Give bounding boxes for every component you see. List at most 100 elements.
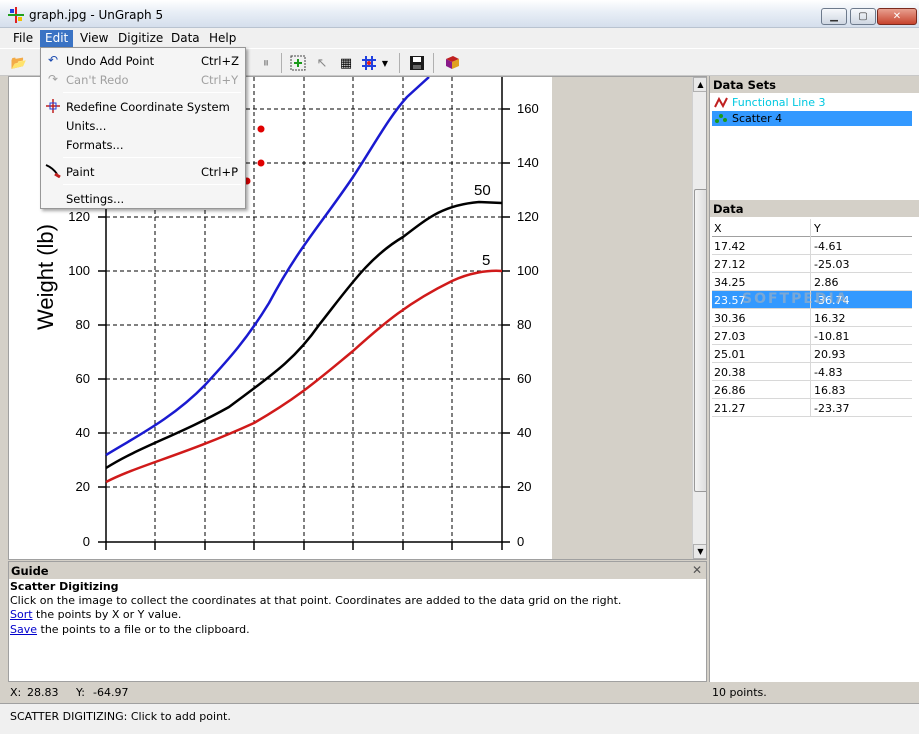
cell-x[interactable]: 20.38 bbox=[712, 363, 811, 381]
digitized-point[interactable] bbox=[257, 125, 265, 133]
column-header-y[interactable]: Y bbox=[812, 219, 912, 237]
cell-y[interactable]: -23.37 bbox=[812, 399, 912, 417]
left-tick-label: 0 bbox=[83, 534, 90, 549]
open-button[interactable]: 📂 bbox=[10, 54, 28, 72]
menu-bar: File Edit View Digitize Data Help bbox=[0, 28, 919, 48]
table-row[interactable]: 30.36 16.32 bbox=[712, 309, 912, 327]
scroll-up-button[interactable]: ▲ bbox=[693, 77, 706, 92]
help-book-button[interactable] bbox=[443, 54, 461, 72]
table-row[interactable]: 34.25 2.86 bbox=[712, 273, 912, 291]
grid-button[interactable] bbox=[360, 54, 378, 72]
right-tick-label: 0 bbox=[517, 534, 524, 549]
table-row[interactable]: 27.03 -10.81 bbox=[712, 327, 912, 345]
y-coord-value: -64.97 bbox=[93, 686, 129, 699]
save-button[interactable] bbox=[408, 54, 426, 72]
datasets-header: Data Sets bbox=[710, 76, 919, 93]
grid-dropdown-button[interactable]: ▼ bbox=[380, 54, 390, 72]
menu-item-units[interactable]: Units... bbox=[43, 116, 243, 135]
y-coord-label: Y: bbox=[76, 686, 85, 699]
menu-help[interactable]: Help bbox=[204, 30, 241, 47]
maximize-icon: ▢ bbox=[858, 11, 868, 22]
x-coord-label: X: bbox=[10, 686, 22, 699]
cell-x[interactable]: 21.27 bbox=[712, 399, 811, 417]
cell-y[interactable]: -10.81 bbox=[812, 327, 912, 345]
close-button[interactable]: ✕ bbox=[877, 8, 917, 25]
table-row[interactable]: 25.01 20.93 bbox=[712, 345, 912, 363]
canvas-background bbox=[552, 77, 692, 559]
pause-button[interactable]: ⏸ bbox=[257, 54, 275, 72]
table-row[interactable]: 23.57 -36.74 bbox=[712, 291, 912, 309]
add-point-icon bbox=[290, 55, 306, 71]
table-row[interactable]: 21.27 -23.37 bbox=[712, 399, 912, 417]
calculator-button[interactable]: ▦ bbox=[337, 54, 355, 72]
guide-save-line: Save the points to a file or to the clip… bbox=[10, 623, 250, 636]
dataset-item-functional-line[interactable]: Functional Line 3 bbox=[712, 95, 912, 110]
menu-item-redo[interactable]: ↷ Can't Redo Ctrl+Y bbox=[43, 70, 243, 89]
cell-y[interactable]: 2.86 bbox=[812, 273, 912, 291]
digitized-point[interactable] bbox=[257, 159, 265, 167]
maximize-button[interactable]: ▢ bbox=[850, 8, 876, 25]
menu-item-formats[interactable]: Formats... bbox=[43, 135, 243, 154]
scroll-down-button[interactable]: ▼ bbox=[693, 544, 706, 559]
cell-x[interactable]: 23.57 bbox=[712, 291, 811, 309]
table-row[interactable]: 27.12 -25.03 bbox=[712, 255, 912, 273]
data-header: Data bbox=[710, 200, 919, 217]
pause-icon: ⏸ bbox=[262, 55, 270, 71]
menu-item-settings[interactable]: Settings... bbox=[43, 189, 243, 208]
sort-link[interactable]: Sort bbox=[10, 608, 33, 621]
cell-y[interactable]: -4.83 bbox=[812, 363, 912, 381]
cell-x[interactable]: 17.42 bbox=[712, 237, 811, 255]
move-point-button[interactable]: ↖ bbox=[313, 54, 331, 72]
menu-item-undo[interactable]: ↶ Undo Add Point Ctrl+Z bbox=[43, 51, 243, 70]
dataset-item-scatter[interactable]: Scatter 4 bbox=[712, 111, 912, 126]
menu-file[interactable]: File bbox=[8, 30, 38, 47]
menu-item-redefine-coordinates[interactable]: Redefine Coordinate System bbox=[43, 97, 243, 116]
guide-panel: Guide ✕ Scatter Digitizing Click on the … bbox=[8, 561, 707, 682]
open-folder-icon: 📂 bbox=[10, 55, 28, 71]
edit-menu-dropdown: ↶ Undo Add Point Ctrl+Z ↷ Can't Redo Ctr… bbox=[40, 47, 246, 209]
cell-y[interactable]: -36.74 bbox=[812, 291, 912, 309]
cell-y[interactable]: 16.32 bbox=[812, 309, 912, 327]
status-bar: SCATTER DIGITIZING: Click to add point. bbox=[0, 703, 919, 734]
add-point-button[interactable] bbox=[289, 54, 307, 72]
cell-y[interactable]: -4.61 bbox=[812, 237, 912, 255]
menu-digitize[interactable]: Digitize bbox=[113, 30, 168, 47]
right-tick-label: 100 bbox=[517, 263, 539, 278]
scroll-thumb[interactable] bbox=[694, 189, 706, 492]
canvas-vertical-scrollbar[interactable]: ▲ ▼ bbox=[692, 77, 706, 559]
cell-x[interactable]: 27.03 bbox=[712, 327, 811, 345]
cell-y[interactable]: 20.93 bbox=[812, 345, 912, 363]
ungraph-app-icon bbox=[8, 7, 24, 23]
menu-edit[interactable]: Edit bbox=[40, 30, 74, 47]
column-header-x[interactable]: X bbox=[712, 219, 811, 237]
guide-close-icon[interactable]: ✕ bbox=[692, 563, 702, 577]
table-row[interactable]: 26.86 16.83 bbox=[712, 381, 912, 399]
menu-view[interactable]: View bbox=[75, 30, 113, 47]
cell-x[interactable]: 25.01 bbox=[712, 345, 811, 363]
title-bar: graph.jpg - UnGraph 5 ▁ ▢ ✕ bbox=[0, 0, 919, 28]
save-link[interactable]: Save bbox=[10, 623, 37, 636]
left-tick-label: 20 bbox=[76, 479, 90, 494]
guide-header: Guide ✕ bbox=[9, 562, 706, 579]
cell-x[interactable]: 27.12 bbox=[712, 255, 811, 273]
minimize-button[interactable]: ▁ bbox=[821, 8, 847, 25]
cell-y[interactable]: -25.03 bbox=[812, 255, 912, 273]
left-tick-label: 80 bbox=[76, 317, 90, 332]
cell-y[interactable]: 16.83 bbox=[812, 381, 912, 399]
coordinate-bar: X: 28.83 Y: -64.97 10 points. bbox=[0, 682, 919, 702]
table-row[interactable]: 20.38 -4.83 bbox=[712, 363, 912, 381]
left-tick-label: 40 bbox=[76, 425, 90, 440]
paint-icon bbox=[45, 164, 61, 180]
window-title: graph.jpg - UnGraph 5 bbox=[29, 8, 164, 22]
cell-x[interactable]: 34.25 bbox=[712, 273, 811, 291]
menu-data[interactable]: Data bbox=[166, 30, 205, 47]
guide-heading: Scatter Digitizing bbox=[10, 580, 119, 593]
menu-item-paint[interactable]: Paint Ctrl+P bbox=[43, 162, 243, 181]
scatter-dataset-icon bbox=[715, 114, 727, 123]
cell-x[interactable]: 26.86 bbox=[712, 381, 811, 399]
right-tick-label: 40 bbox=[517, 425, 531, 440]
left-tick-label: 100 bbox=[68, 263, 90, 278]
table-row[interactable]: 17.42 -4.61 bbox=[712, 237, 912, 255]
cell-x[interactable]: 30.36 bbox=[712, 309, 811, 327]
crosshair-icon bbox=[45, 99, 61, 115]
